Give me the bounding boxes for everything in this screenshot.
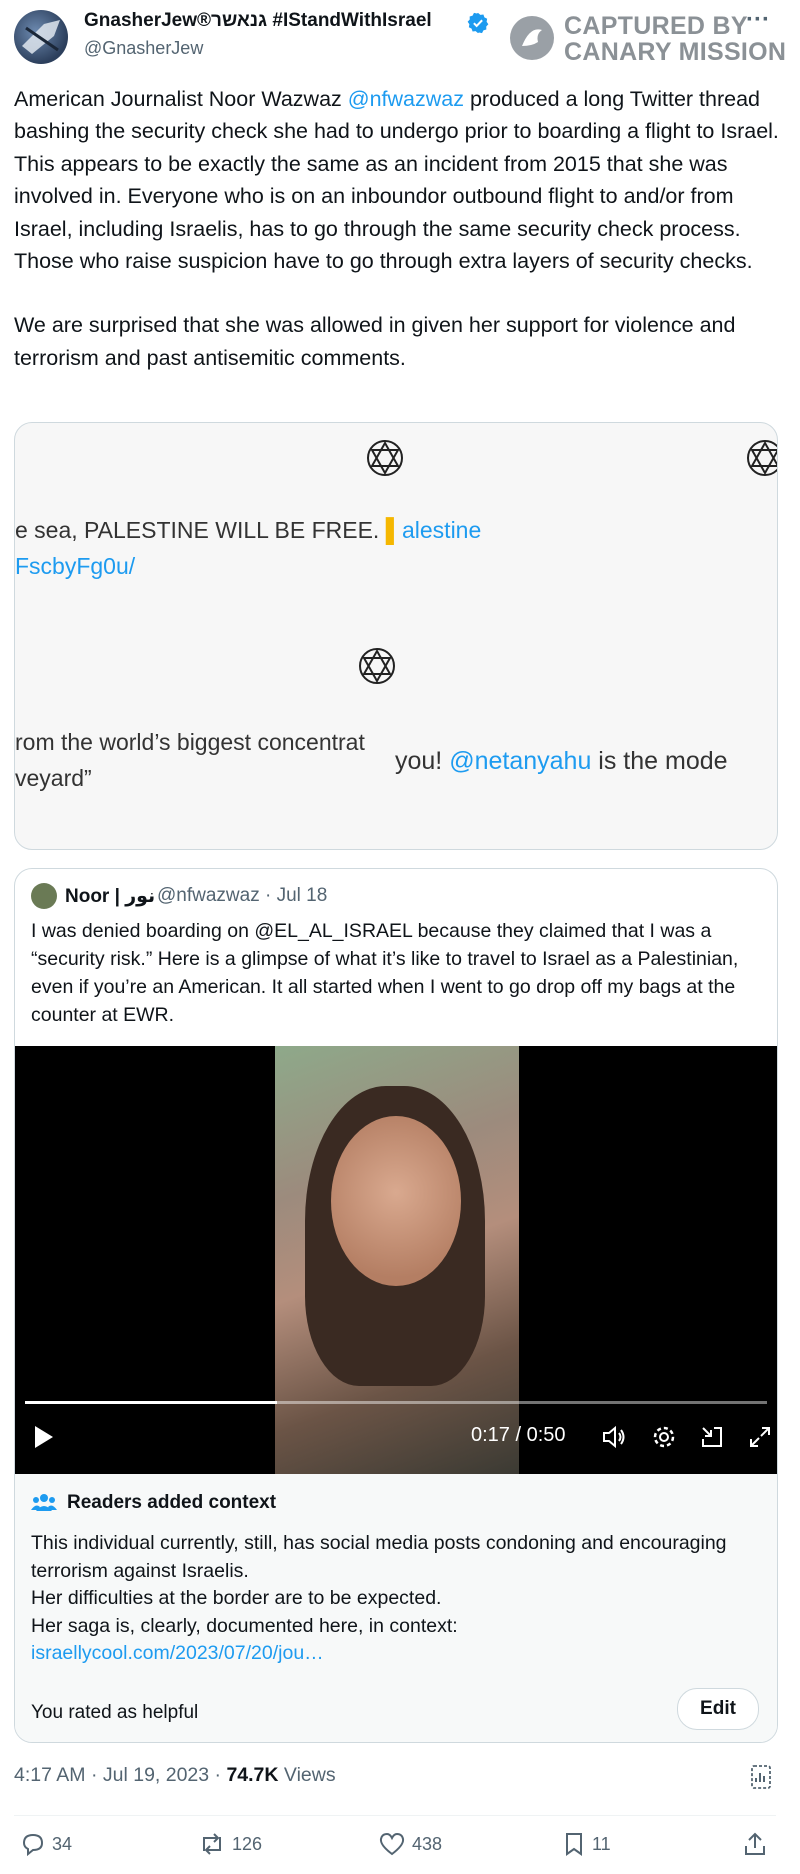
- watermark-stamp: CAPTURED BY CANARY MISSION ···: [510, 6, 796, 66]
- repost-button[interactable]: 126: [198, 1831, 262, 1861]
- image-text-line: rom the world’s biggest concentrat: [15, 729, 365, 755]
- star-of-david-icon: [747, 440, 777, 476]
- heart-icon: [379, 1832, 405, 1856]
- video-frame: [275, 1046, 519, 1474]
- canary-logo-icon: [510, 16, 554, 60]
- bookmark-count: 11: [592, 1833, 611, 1854]
- views-label: Views: [278, 1764, 336, 1786]
- settings-gear-icon[interactable]: [651, 1424, 677, 1450]
- video-progress-fill: [25, 1401, 277, 1404]
- like-button[interactable]: 438: [378, 1831, 442, 1861]
- image-text-line: FscbyFg0u/: [15, 553, 136, 579]
- star-of-david-icon: [359, 648, 395, 684]
- author-avatar[interactable]: [14, 10, 68, 64]
- image-hashtag: alestine: [401, 517, 482, 543]
- rating-status: You rated as helpful: [31, 1702, 199, 1723]
- quoted-tweet-text: I was denied boarding on @EL_AL_ISRAEL b…: [31, 920, 739, 1026]
- tweet-paragraph-1: American Journalist Noor Wazwaz @nfwazwa…: [14, 83, 784, 277]
- repost-icon: [203, 1833, 221, 1855]
- community-people-icon: [31, 1494, 57, 1511]
- media-image-card[interactable]: e sea, PALESTINE WILL BE FREE. ▌alestine…: [14, 422, 778, 850]
- tweet-text: American Journalist Noor Wazwaz @nfwazwa…: [14, 83, 784, 374]
- views-count: 74.7K: [226, 1764, 279, 1786]
- fullscreen-icon[interactable]: [747, 1424, 773, 1450]
- context-line: Her difficulties at the border are to be…: [31, 1587, 442, 1609]
- like-count: 438: [412, 1833, 443, 1854]
- tweet-text-segment: American Journalist Noor Wazwaz: [14, 87, 348, 111]
- pip-icon[interactable]: [699, 1424, 725, 1450]
- context-link[interactable]: israellycool.com/2023/07/20/jou…: [31, 1640, 751, 1668]
- author-handle[interactable]: @GnasherJew: [84, 38, 203, 59]
- bookmark-button[interactable]: 11: [562, 1831, 611, 1861]
- play-icon[interactable]: [31, 1424, 55, 1450]
- context-title: Readers added context: [67, 1492, 277, 1513]
- bookmark-icon: [566, 1833, 582, 1856]
- reply-button[interactable]: 34: [20, 1831, 72, 1861]
- analytics-icon[interactable]: [749, 1764, 773, 1790]
- tweet-timestamp-views: 4:17 AM · Jul 19, 2023 · 74.7K Views: [14, 1764, 336, 1787]
- image-text-line: you! @netanyahu is the mode: [395, 747, 728, 776]
- repost-count: 126: [232, 1833, 263, 1854]
- image-text-segment: is the mode: [591, 747, 728, 775]
- community-notes-box: Readers added context This individual cu…: [15, 1474, 777, 1742]
- image-text-line: veyard”: [15, 765, 92, 791]
- image-mention: @netanyahu: [449, 747, 592, 775]
- mention-link[interactable]: @nfwazwaz: [348, 87, 464, 111]
- context-line: Her saga is, clearly, documented here, i…: [31, 1614, 458, 1637]
- tweet-text-segment: produced a long Twitter thread bashing t…: [14, 87, 779, 274]
- video-person-face: [331, 1116, 461, 1286]
- reply-icon: [22, 1833, 44, 1857]
- tweet-paragraph-2: We are surprised that she was allowed in…: [14, 313, 736, 370]
- tweet-timestamp[interactable]: 4:17 AM · Jul 19, 2023 ·: [14, 1764, 226, 1786]
- image-text-segment: you!: [395, 747, 450, 775]
- image-text-segment: e sea, PALESTINE WILL BE FREE.: [15, 517, 386, 543]
- reply-count: 34: [52, 1833, 73, 1854]
- image-text-line: e sea, PALESTINE WILL BE FREE. ▌alestine: [15, 517, 482, 543]
- edit-rating-button[interactable]: Edit: [677, 1688, 759, 1730]
- volume-icon[interactable]: [601, 1424, 627, 1450]
- quoted-author-avatar[interactable]: [31, 883, 57, 909]
- quoted-author-name[interactable]: Noor | نور: [65, 885, 155, 908]
- quoted-author-handle-date[interactable]: @nfwazwaz · Jul 18: [157, 885, 327, 907]
- watermark-line-1: CAPTURED BY: [564, 12, 748, 40]
- context-line: This individual currently, still, has so…: [31, 1532, 727, 1582]
- divider: [14, 1815, 776, 1816]
- more-options-icon[interactable]: ···: [746, 6, 770, 34]
- context-body: This individual currently, still, has so…: [31, 1530, 751, 1668]
- video-player[interactable]: 0:17 / 0:50: [15, 1046, 777, 1474]
- star-of-david-icon: [367, 440, 403, 476]
- share-button[interactable]: [742, 1831, 768, 1861]
- share-icon: [745, 1832, 765, 1855]
- watermark-line-2: CANARY MISSION: [564, 38, 787, 66]
- author-display-name[interactable]: GnasherJew®גנאשר #IStandWithIsrael: [84, 10, 432, 32]
- quoted-tweet-card[interactable]: Noor | نور @nfwazwaz · Jul 18 I was deni…: [14, 868, 778, 1743]
- verified-badge-icon: [467, 12, 489, 34]
- video-time: 0:17 / 0:50: [471, 1424, 566, 1446]
